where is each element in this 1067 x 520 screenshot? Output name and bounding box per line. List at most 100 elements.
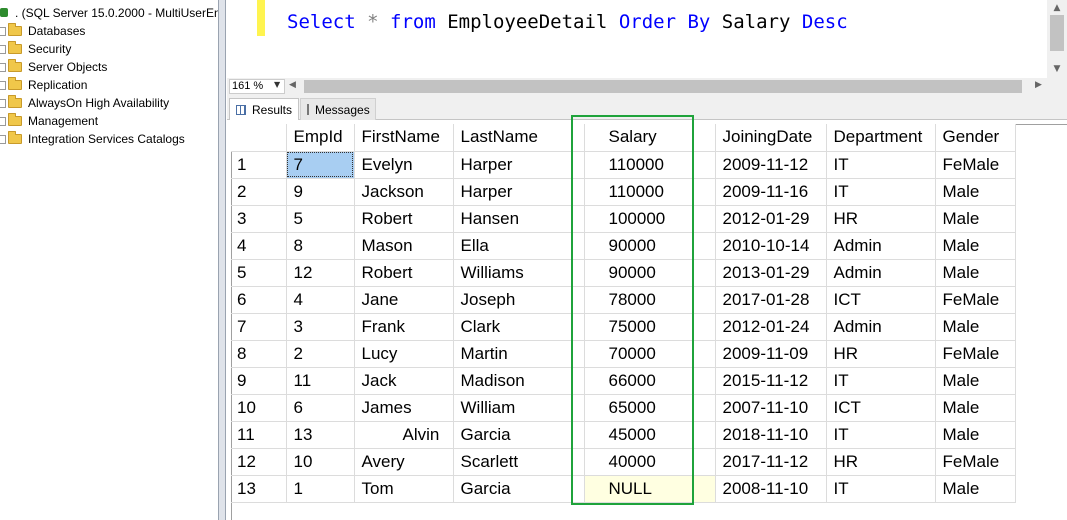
- table-cell[interactable]: Male: [935, 394, 1016, 422]
- table-row[interactable]: 11 13 Alvin Garcia 45000 2018-11-10 IT Male: [231, 421, 1016, 449]
- tree-item-security[interactable]: Security: [0, 40, 71, 58]
- table-row[interactable]: 9 11 Jack Madison 66000 2015-11-12 IT Male: [231, 367, 1016, 395]
- table-cell[interactable]: Admin: [826, 313, 936, 341]
- table-cell[interactable]: Male: [935, 475, 1016, 503]
- table-cell[interactable]: ICT: [826, 286, 936, 314]
- scroll-up-icon[interactable]: ▲: [1047, 1, 1067, 15]
- expand-icon[interactable]: [0, 116, 6, 126]
- table-row[interactable]: 2 9 Jackson Harper 110000 2009-11-16 IT Male: [231, 178, 1016, 206]
- table-cell[interactable]: 4: [286, 286, 355, 314]
- table-cell[interactable]: Robert: [354, 205, 454, 233]
- table-cell[interactable]: 70000: [584, 340, 716, 368]
- table-cell[interactable]: 12: [286, 259, 355, 287]
- table-cell[interactable]: 2009-11-16: [715, 178, 827, 206]
- table-cell[interactable]: Robert: [354, 259, 454, 287]
- table-cell[interactable]: 1: [286, 475, 355, 503]
- expand-icon[interactable]: [0, 62, 6, 72]
- table-cell[interactable]: Jackson: [354, 178, 454, 206]
- table-cell[interactable]: Madison: [453, 367, 585, 395]
- table-cell[interactable]: 2017-11-12: [715, 448, 827, 476]
- table-cell[interactable]: IT: [826, 475, 936, 503]
- table-cell[interactable]: Male: [935, 313, 1016, 341]
- row-number-cell[interactable]: 13: [231, 475, 287, 503]
- tab-results[interactable]: Results: [229, 98, 299, 120]
- table-cell[interactable]: Jane: [354, 286, 454, 314]
- tree-item-replication[interactable]: Replication: [0, 76, 87, 94]
- table-cell[interactable]: Evelyn: [354, 151, 454, 179]
- table-cell[interactable]: IT: [826, 151, 936, 179]
- row-number-cell[interactable]: 8: [231, 340, 287, 368]
- table-cell[interactable]: 2009-11-09: [715, 340, 827, 368]
- table-cell[interactable]: 2007-11-10: [715, 394, 827, 422]
- table-cell[interactable]: ICT: [826, 394, 936, 422]
- panel-splitter[interactable]: [218, 0, 226, 520]
- row-number-cell[interactable]: 2: [231, 178, 287, 206]
- table-cell[interactable]: 45000: [584, 421, 716, 449]
- table-cell[interactable]: Clark: [453, 313, 585, 341]
- table-cell[interactable]: 7: [286, 151, 355, 179]
- table-cell[interactable]: 2: [286, 340, 355, 368]
- table-cell[interactable]: Harper: [453, 178, 585, 206]
- scroll-down-icon[interactable]: ▼: [1047, 62, 1067, 76]
- row-number-cell[interactable]: 10: [231, 394, 287, 422]
- table-cell[interactable]: Male: [935, 259, 1016, 287]
- column-header[interactable]: Salary: [584, 124, 716, 152]
- table-row[interactable]: 13 1 Tom Garcia NULL 2008-11-10 IT Male: [231, 475, 1016, 503]
- table-cell[interactable]: Tom: [354, 475, 454, 503]
- expand-icon[interactable]: [0, 98, 6, 108]
- table-row[interactable]: 8 2 Lucy Martin 70000 2009-11-09 HR FeMale: [231, 340, 1016, 368]
- table-cell[interactable]: 66000: [584, 367, 716, 395]
- table-cell[interactable]: 78000: [584, 286, 716, 314]
- table-cell[interactable]: Lucy: [354, 340, 454, 368]
- row-number-header[interactable]: [231, 124, 287, 152]
- column-header[interactable]: Department: [826, 124, 936, 152]
- tab-messages[interactable]: Messages: [300, 98, 376, 120]
- table-cell[interactable]: Avery: [354, 448, 454, 476]
- table-cell[interactable]: 6: [286, 394, 355, 422]
- table-cell[interactable]: 90000: [584, 259, 716, 287]
- tree-item-alwayson[interactable]: AlwaysOn High Availability: [0, 94, 169, 112]
- table-cell[interactable]: 8: [286, 232, 355, 260]
- table-cell[interactable]: IT: [826, 367, 936, 395]
- table-row[interactable]: 1 7 Evelyn Harper 110000 2009-11-12 IT FeMale: [231, 151, 1016, 179]
- chevron-down-icon[interactable]: ▼: [274, 80, 280, 89]
- expand-icon[interactable]: [0, 80, 6, 90]
- row-number-cell[interactable]: 9: [231, 367, 287, 395]
- table-cell[interactable]: 2009-11-12: [715, 151, 827, 179]
- query-text[interactable]: Select * from EmployeeDetail Order By Sa…: [287, 11, 848, 33]
- row-number-cell[interactable]: 11: [231, 421, 287, 449]
- table-row[interactable]: 5 12 Robert Williams 90000 2013-01-29 Admin Mal…: [231, 259, 1016, 287]
- table-cell[interactable]: HR: [826, 340, 936, 368]
- table-cell[interactable]: James: [354, 394, 454, 422]
- table-cell[interactable]: 2017-01-28: [715, 286, 827, 314]
- table-cell[interactable]: 40000: [584, 448, 716, 476]
- tree-server-node[interactable]: . (SQL Server 15.0.2000 - MultiUserEnv): [0, 4, 218, 22]
- row-number-cell[interactable]: 7: [231, 313, 287, 341]
- expand-icon[interactable]: [0, 26, 6, 36]
- table-cell[interactable]: 110000: [584, 151, 716, 179]
- column-header[interactable]: LastName: [453, 124, 585, 152]
- editor-vertical-scrollbar[interactable]: ▲ ▼: [1047, 0, 1067, 78]
- row-number-cell[interactable]: 5: [231, 259, 287, 287]
- table-cell[interactable]: Male: [935, 205, 1016, 233]
- column-header[interactable]: Gender: [935, 124, 1016, 152]
- table-cell[interactable]: NULL: [584, 475, 716, 503]
- column-header[interactable]: EmpId: [286, 124, 355, 152]
- table-cell[interactable]: HR: [826, 448, 936, 476]
- tree-item-databases[interactable]: Databases: [0, 22, 85, 40]
- table-cell[interactable]: 2010-10-14: [715, 232, 827, 260]
- table-cell[interactable]: IT: [826, 421, 936, 449]
- table-row[interactable]: 3 5 Robert Hansen 100000 2012-01-29 HR Male: [231, 205, 1016, 233]
- scroll-thumb[interactable]: [1050, 15, 1064, 51]
- scroll-right-icon[interactable]: ▶: [1035, 80, 1042, 90]
- table-cell[interactable]: 5: [286, 205, 355, 233]
- table-cell[interactable]: FeMale: [935, 340, 1016, 368]
- table-cell[interactable]: Male: [935, 178, 1016, 206]
- table-row[interactable]: 4 8 Mason Ella 90000 2010-10-14 Admin Male: [231, 232, 1016, 260]
- table-cell[interactable]: 2008-11-10: [715, 475, 827, 503]
- table-cell[interactable]: 13: [286, 421, 355, 449]
- table-cell[interactable]: HR: [826, 205, 936, 233]
- table-row[interactable]: 6 4 Jane Joseph 78000 2017-01-28 ICT FeMale: [231, 286, 1016, 314]
- table-cell[interactable]: 9: [286, 178, 355, 206]
- table-cell[interactable]: IT: [826, 178, 936, 206]
